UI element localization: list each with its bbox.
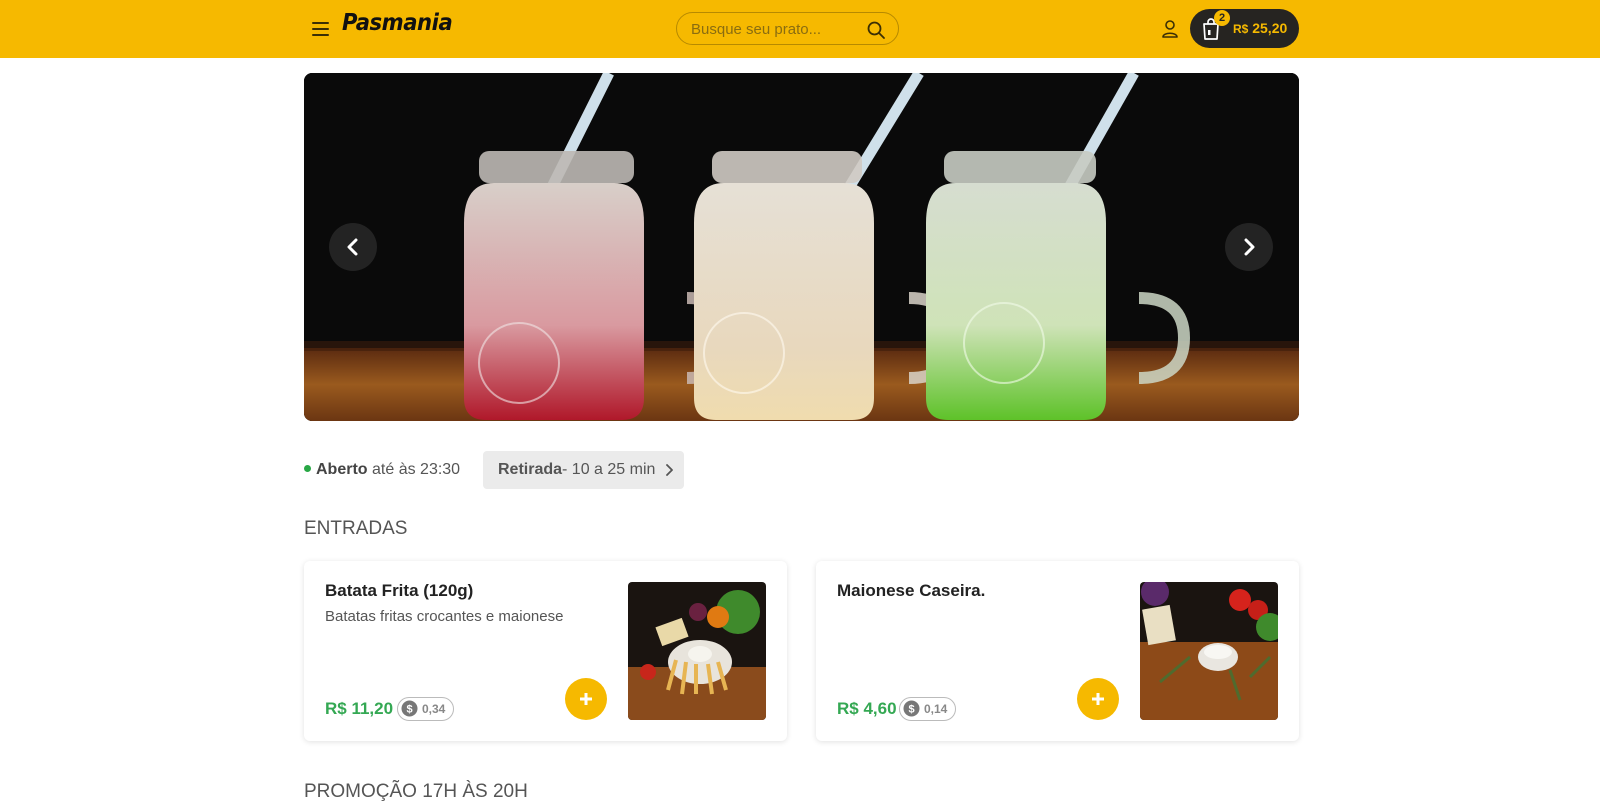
add-to-cart-button[interactable]	[565, 678, 607, 720]
cart-button[interactable]: 2 R$ 25,20	[1190, 9, 1299, 48]
cashback-badge: $ 0,34	[397, 697, 455, 721]
product-image	[1140, 582, 1278, 720]
add-to-cart-button[interactable]	[1077, 678, 1119, 720]
user-icon[interactable]	[1159, 17, 1181, 41]
product-card[interactable]: Maionese Caseira. R$ 4,60 $ 0,14	[816, 561, 1299, 741]
product-name: Batata Frita (120g)	[325, 581, 474, 600]
plus-icon	[580, 693, 592, 705]
cashback-value: 0,34	[422, 702, 446, 716]
open-label: Aberto	[316, 461, 368, 478]
product-image	[628, 582, 766, 720]
carousel-prev-button[interactable]	[329, 223, 377, 271]
product-card[interactable]: Batata Frita (120g) Batatas fritas croca…	[304, 561, 787, 741]
chevron-left-icon	[347, 238, 358, 256]
plus-icon	[1092, 693, 1104, 705]
product-name: Maionese Caseira.	[837, 581, 986, 600]
promo-banner[interactable]	[304, 73, 1299, 421]
open-status-dot	[304, 465, 311, 473]
cart-currency: R$	[1233, 22, 1249, 36]
search-input[interactable]	[691, 19, 861, 39]
store-status: Aberto até às 23:30	[304, 461, 460, 479]
search-icon[interactable]	[866, 20, 886, 40]
coin-icon: $	[401, 700, 418, 717]
svg-text:$: $	[908, 704, 914, 716]
carousel-next-button[interactable]	[1225, 223, 1273, 271]
cart-count-badge: 2	[1214, 10, 1230, 26]
svg-text:$: $	[406, 704, 412, 716]
product-description: Batatas fritas crocantes e maionese	[325, 608, 564, 625]
chevron-right-icon	[1244, 238, 1255, 256]
search-box[interactable]	[676, 12, 899, 45]
brand-logo[interactable]: Pasmania	[342, 10, 453, 36]
section-title-entradas: ENTRADAS	[304, 518, 408, 539]
pickup-label-wrap: Retirada- 10 a 25 min	[498, 461, 655, 479]
product-price: R$ 4,60	[837, 699, 897, 718]
drinks-banner-image	[304, 73, 1299, 421]
hamburger-menu-icon[interactable]	[312, 18, 334, 40]
top-header: Pasmania 2 R$ 25,20	[0, 0, 1600, 58]
cashback-badge: $ 0,14	[899, 697, 957, 721]
cart-total: R$ 25,20	[1233, 20, 1287, 36]
open-hours: até às 23:30	[367, 461, 461, 478]
pickup-option-button[interactable]: Retirada- 10 a 25 min	[483, 451, 684, 489]
product-price: R$ 11,20	[325, 699, 394, 718]
chevron-right-icon	[666, 464, 673, 476]
pickup-time: - 10 a 25 min	[562, 461, 656, 478]
coin-icon: $	[903, 700, 920, 717]
pickup-label: Retirada	[498, 461, 563, 478]
cashback-value: 0,14	[924, 702, 948, 716]
cart-total-value: 25,20	[1252, 20, 1288, 36]
